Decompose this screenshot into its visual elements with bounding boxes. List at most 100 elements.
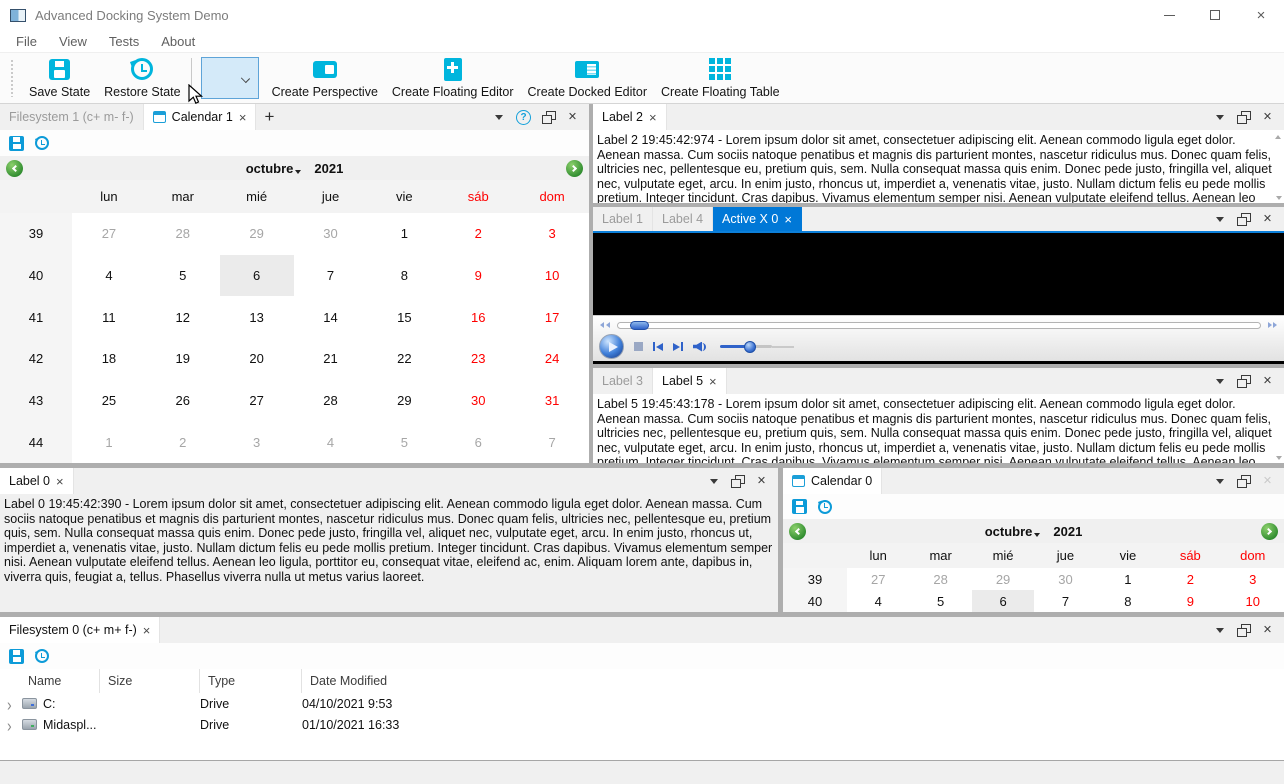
dock-menu-button[interactable] [492,110,505,125]
forward-icon[interactable] [1267,322,1277,328]
calendar-day-cell[interactable]: 16 [441,296,515,338]
calendar-day-cell[interactable]: 9 [441,255,515,297]
calendar-day-cell[interactable]: 10 [1222,590,1284,612]
calendar-day-cell[interactable]: 22 [367,338,441,380]
calendar-day-cell[interactable]: 3 [1222,568,1284,590]
calendar-day-cell[interactable]: 1 [1097,568,1159,590]
calendar-day-cell[interactable]: 3 [220,421,294,463]
tab-label5[interactable]: Label 5 × [653,368,727,394]
column-header-type[interactable]: Type [200,669,302,693]
expand-icon[interactable]: › [7,695,16,713]
calendar-day-cell[interactable]: 28 [294,380,368,422]
close-dock-button[interactable]: × [1261,374,1274,389]
menu-file[interactable]: File [16,34,48,49]
tab-close-icon[interactable]: × [56,475,64,488]
volume-slider-thumb[interactable] [744,340,757,353]
tab-close-icon[interactable]: × [709,375,717,388]
undock-button[interactable] [1237,110,1251,125]
tab-label4[interactable]: Label 4 [653,207,714,231]
dock-menu-button[interactable] [707,474,720,489]
perspective-combobox[interactable] [200,57,259,99]
calendar-day-cell[interactable]: 28 [909,568,971,590]
calendar-day-cell[interactable]: 28 [146,213,220,255]
seek-slider[interactable] [616,320,1261,330]
calendar-day-cell[interactable]: 30 [294,213,368,255]
month-year-label[interactable]: octubre 2021 [783,524,1284,539]
undock-button[interactable] [1237,474,1251,489]
calendar-day-cell[interactable]: 9 [1159,590,1221,612]
seek-slider-thumb[interactable] [630,320,650,330]
calendar-day-cell[interactable]: 27 [72,213,146,255]
calendar-day-cell[interactable]: 24 [515,338,589,380]
prev-month-button[interactable] [6,159,23,177]
calendar-day-cell[interactable]: 15 [367,296,441,338]
calendar-day-cell[interactable]: 27 [220,380,294,422]
create-floating-editor-button[interactable]: Create Floating Editor [385,54,521,102]
close-dock-button[interactable]: × [566,110,579,125]
calendar-day-cell[interactable]: 31 [515,380,589,422]
calendar-day-cell[interactable]: 6 [971,590,1035,612]
restore-icon[interactable] [35,649,49,663]
save-icon[interactable] [9,648,24,664]
calendar-day-cell[interactable]: 5 [909,590,971,612]
close-window-button[interactable]: × [1238,0,1284,30]
menu-view[interactable]: View [48,34,98,49]
calendar-day-cell[interactable]: 5 [146,255,220,297]
calendar-day-cell[interactable]: 25 [72,380,146,422]
tree-row[interactable]: › C: Drive 04/10/2021 9:53 [0,693,1284,714]
scroll-down-icon[interactable] [1276,456,1282,460]
scroll-up-icon[interactable] [1275,135,1281,139]
tab-filesystem0[interactable]: Filesystem 0 (c+ m+ f-) × [0,617,161,643]
calendar-day-cell[interactable]: 7 [1034,590,1096,612]
calendar-day-cell[interactable]: 10 [515,255,589,297]
restore-icon[interactable] [35,136,49,150]
splitter-horizontal[interactable] [593,203,1284,207]
dock-menu-button[interactable] [1213,374,1226,389]
calendar-day-cell[interactable]: 1 [72,421,146,463]
calendar-day-cell[interactable]: 2 [441,213,515,255]
calendar-day-cell[interactable]: 29 [972,568,1034,590]
close-dock-button[interactable]: × [1261,623,1274,638]
calendar-day-cell[interactable]: 30 [1034,568,1096,590]
splitter-vertical[interactable] [589,104,593,463]
column-header-date-modified[interactable]: Date Modified [302,669,1284,693]
next-button[interactable] [673,342,683,351]
volume-icon[interactable] [693,340,709,354]
calendar-day-cell[interactable]: 6 [219,254,294,297]
tab-close-icon[interactable]: × [649,111,657,124]
calendar-day-cell[interactable]: 7 [515,421,589,463]
tab-close-icon[interactable]: × [784,213,792,226]
dock-menu-button[interactable] [1213,110,1226,125]
dock-menu-button[interactable] [1213,623,1226,638]
close-dock-button[interactable]: × [755,474,768,489]
menu-tests[interactable]: Tests [98,34,150,49]
calendar-day-cell[interactable]: 1 [367,213,441,255]
splitter-horizontal[interactable] [0,463,1284,468]
calendar-day-cell[interactable]: 29 [220,213,294,255]
calendar-day-cell[interactable]: 13 [220,296,294,338]
prev-month-button[interactable] [789,522,806,540]
create-floating-table-button[interactable]: Create Floating Table [654,54,787,102]
tab-close-icon[interactable]: × [239,111,247,124]
calendar-day-cell[interactable]: 7 [294,255,368,297]
column-header-name[interactable]: Name [0,669,100,693]
calendar-day-cell[interactable]: 2 [1159,568,1221,590]
calendar-day-cell[interactable]: 8 [367,255,441,297]
calendar-day-cell[interactable]: 6 [441,421,515,463]
restore-state-button[interactable]: Restore State [97,54,187,102]
maximize-button[interactable] [1192,0,1238,30]
undock-button[interactable] [731,474,745,489]
dock-menu-button[interactable] [1213,212,1226,227]
stop-button[interactable] [634,342,643,351]
next-month-button[interactable] [566,159,583,177]
dock-menu-button[interactable] [1213,474,1226,489]
tab-filesystem1[interactable]: Filesystem 1 (c+ m- f-) [0,104,144,130]
calendar-day-cell[interactable]: 2 [146,421,220,463]
calendar-day-cell[interactable]: 5 [367,421,441,463]
calendar-day-cell[interactable]: 30 [441,380,515,422]
month-year-label[interactable]: octubre 2021 [0,161,589,176]
calendar-day-cell[interactable]: 27 [847,568,909,590]
calendar-day-cell[interactable]: 12 [146,296,220,338]
previous-button[interactable] [653,342,663,351]
calendar-day-cell[interactable]: 4 [72,255,146,297]
